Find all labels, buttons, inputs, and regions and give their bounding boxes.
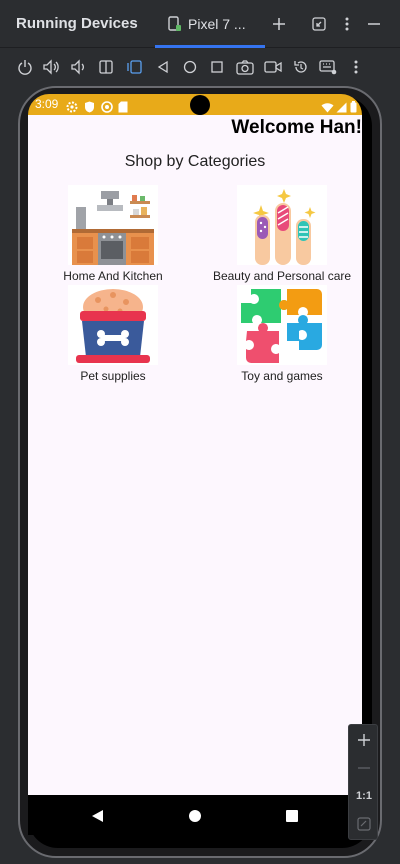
category-label: Home And Kitchen (63, 269, 163, 283)
power-icon[interactable] (14, 56, 36, 78)
back-icon[interactable] (152, 56, 174, 78)
fit-screen-icon[interactable] (353, 813, 375, 835)
nav-home-icon[interactable] (188, 808, 202, 827)
category-label: Toy and games (241, 369, 323, 383)
category-card-pet-supplies[interactable]: Pet supplies (33, 285, 193, 383)
window-title: Running Devices (16, 15, 138, 32)
more-options-icon[interactable] (337, 14, 357, 34)
screenshot-icon[interactable] (234, 56, 256, 78)
category-card-home-kitchen[interactable]: Home And Kitchen (33, 185, 193, 283)
device-icon (168, 16, 182, 36)
puzzle-illustration-icon (237, 285, 327, 365)
status-time: 3:09 (35, 97, 59, 111)
add-device-button[interactable] (269, 14, 289, 34)
toolbar-more-icon[interactable] (345, 56, 367, 78)
nav-overview-icon[interactable] (285, 808, 299, 827)
rotate-right-icon[interactable] (124, 56, 146, 78)
actual-size-button[interactable]: 1:1 (353, 785, 375, 807)
nails-illustration-icon (237, 185, 327, 265)
welcome-heading: Welcome Han! (231, 117, 362, 138)
front-camera (190, 95, 210, 115)
zoom-panel: 1:1 (348, 724, 378, 840)
minimize-icon[interactable] (364, 14, 384, 34)
nav-back-icon[interactable] (90, 808, 104, 827)
screen-record-icon[interactable] (262, 56, 284, 78)
android-nav-bar (28, 795, 362, 835)
app-screen: Welcome Han! Shop by Categories Home And… (28, 115, 362, 795)
kitchen-illustration-icon (68, 185, 158, 265)
category-label: Beauty and Personal care (212, 269, 352, 283)
ide-title-bar: Running Devices Pixel 7 ... (0, 0, 400, 48)
tab-active-indicator (155, 45, 265, 48)
device-tab[interactable]: Pixel 7 ... (155, 0, 265, 48)
rotate-left-icon[interactable] (95, 56, 117, 78)
device-frame: 3:09 Welcome Han! Shop by Categories Hom… (18, 86, 382, 858)
volume-down-icon[interactable] (68, 56, 90, 78)
section-title: Shop by Categories (124, 153, 266, 170)
keyboard-icon[interactable] (317, 56, 339, 78)
pet-food-bowl-illustration-icon (68, 285, 158, 365)
zoom-out-button[interactable] (353, 757, 375, 779)
restore-window-icon[interactable] (309, 14, 329, 34)
home-icon[interactable] (179, 56, 201, 78)
category-label: Pet supplies (80, 369, 146, 383)
emulator-toolbar (0, 49, 400, 85)
device-tab-label: Pixel 7 ... (188, 16, 246, 32)
volume-up-icon[interactable] (41, 56, 63, 78)
overview-icon[interactable] (206, 56, 228, 78)
snapshot-restore-icon[interactable] (290, 56, 312, 78)
zoom-in-button[interactable] (353, 729, 375, 751)
category-card-toys-games[interactable]: Toy and games (202, 285, 362, 383)
status-bar: 3:09 (28, 94, 362, 115)
category-card-beauty[interactable]: Beauty and Personal care (202, 185, 362, 283)
